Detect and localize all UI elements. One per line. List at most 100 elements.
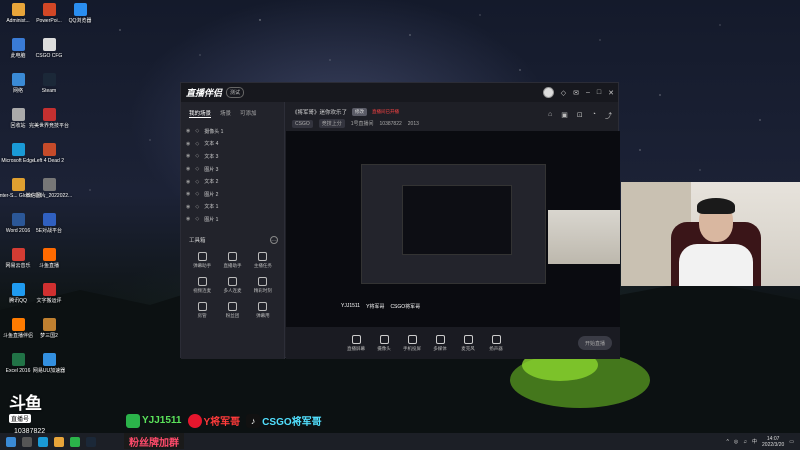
tool-item[interactable]: 弹幕用: [248, 301, 278, 319]
scene-item[interactable]: ◉ ◇ 图片 3: [181, 163, 284, 176]
network-icon[interactable]: ◎: [734, 439, 738, 445]
more-icon[interactable]: …: [270, 235, 278, 244]
lock-icon[interactable]: ◇: [195, 204, 199, 210]
source-button[interactable]: 扬声器: [482, 334, 510, 352]
desktop-icon-22[interactable]: 网易UU加速器: [31, 353, 67, 374]
wechat-id: YJJ1511: [142, 415, 182, 426]
desktop-icon-10[interactable]: Left 4 Dead 2: [31, 143, 67, 164]
share-icon[interactable]: ⤴: [605, 111, 612, 121]
tool-item[interactable]: 视频连麦: [187, 276, 217, 294]
tool-item[interactable]: 直播助手: [217, 251, 247, 269]
scene-item[interactable]: ◉ ◇ 文本 2: [181, 175, 284, 188]
desktop-icon-14[interactable]: 5E对战平台: [31, 213, 67, 234]
eye-icon[interactable]: ◉: [186, 191, 190, 197]
desktop-icon-12[interactable]: 微信图片_2022022...: [26, 178, 72, 199]
tab-my-scenes[interactable]: 我的场景: [189, 109, 212, 118]
eye-icon[interactable]: ◉: [186, 128, 190, 134]
scene-list: ◉ ◇ 摄像头 1 ◉ ◇ 文本 4 ◉ ◇ 文本 3 ◉ ◇ 图片 3 ◉ ◇ 文本 2 ◉ ◇ 图片 2 ◉ ◇ 文…: [181, 125, 284, 226]
start-live-button[interactable]: 开始直播: [578, 336, 612, 350]
tool-item[interactable]: 主播任务: [248, 251, 278, 269]
eye-icon[interactable]: ◉: [186, 166, 190, 172]
input-language[interactable]: 中: [752, 438, 757, 445]
desktop-icon-4[interactable]: CSGO CFG: [31, 38, 67, 59]
maximize-icon[interactable]: □: [597, 89, 601, 96]
lock-icon[interactable]: ◇: [195, 179, 199, 185]
desktop-icon-label: Administ...: [6, 18, 30, 24]
streamer-shirt: [679, 244, 753, 286]
close-icon[interactable]: ✕: [608, 89, 614, 97]
source-button[interactable]: 摄像头: [370, 334, 398, 352]
scene-item[interactable]: ◉ ◇ 图片 1: [181, 213, 284, 226]
tab-addable[interactable]: 可添加: [240, 109, 257, 118]
desktop-icon-label: 5E对战平台: [35, 228, 63, 234]
scene-item[interactable]: ◉ ◇ 摄像头 1: [181, 125, 284, 138]
eye-icon[interactable]: ◉: [186, 179, 190, 185]
app-icon: [11, 248, 25, 261]
category-tag[interactable]: CSGO: [292, 119, 313, 128]
desktop-icon-20[interactable]: 梦三国2: [31, 318, 67, 339]
eye-icon[interactable]: ◉: [186, 204, 190, 210]
edge-icon[interactable]: [38, 436, 48, 447]
eye-icon[interactable]: ◉: [186, 216, 190, 222]
edit-title-button[interactable]: 修改: [352, 108, 368, 116]
tool-item[interactable]: 粉丝团: [217, 301, 247, 319]
lock-icon[interactable]: ◇: [195, 153, 199, 159]
desktop-icon-18[interactable]: 文字搬运评: [31, 283, 67, 304]
lock-icon[interactable]: ⊡: [577, 111, 583, 121]
lock-icon[interactable]: ◇: [195, 166, 199, 172]
start-icon[interactable]: [6, 436, 16, 447]
lock-icon[interactable]: ◇: [195, 216, 199, 222]
bell-icon[interactable]: ◔: [592, 111, 596, 121]
explorer-icon[interactable]: [54, 436, 64, 447]
source-button[interactable]: 麦克风: [454, 334, 482, 352]
live-companion-window: 直播伴侣 测试 ◇ ✉ – □ ✕ 我的场景 场景 可添加 ◉ ◇ 摄像头 1 ◉ ◇ 文…: [180, 82, 620, 359]
source-label: 扬声器: [489, 345, 503, 351]
desktop-icon-6[interactable]: Steam: [31, 73, 67, 94]
room-title: 《将军哥》迷你欢乐了: [292, 110, 348, 116]
mail-icon[interactable]: ✉: [573, 89, 579, 97]
steam-taskbar-icon[interactable]: [86, 436, 96, 447]
source-button[interactable]: 多媒体: [426, 334, 454, 352]
wechat-taskbar-icon[interactable]: [70, 436, 80, 447]
tool-item[interactable]: 多人连麦: [217, 276, 247, 294]
lock-icon[interactable]: ◇: [195, 191, 199, 197]
shop-icon[interactable]: ⌂: [548, 111, 552, 121]
tab-scenes[interactable]: 场景: [220, 109, 231, 118]
source-toolbar: 直播屏幕 摄像头 手机投屏 多媒体 麦克风 扬声器 开始直播: [286, 327, 620, 359]
notification-icon[interactable]: ▭: [789, 439, 794, 445]
gift-icon[interactable]: ▣: [561, 111, 568, 121]
source-label: 多媒体: [433, 345, 447, 351]
chevron-up-icon[interactable]: ^: [727, 439, 729, 445]
source-icon: [407, 334, 417, 344]
desktop-icon-label: 网易云音乐: [5, 263, 31, 269]
lock-icon[interactable]: ◇: [195, 128, 199, 134]
diamond-icon[interactable]: ◇: [561, 89, 566, 97]
tiktok-id: CSGO将军哥: [262, 417, 322, 428]
scene-item[interactable]: ◉ ◇ 文本 4: [181, 138, 284, 151]
scene-item[interactable]: ◉ ◇ 文本 3: [181, 150, 284, 163]
stream-preview[interactable]: YJJ1511 Y将军哥 CSGO将军哥: [286, 131, 620, 327]
minimize-icon[interactable]: –: [586, 89, 590, 96]
toolbox-header: 工具箱 …: [181, 235, 284, 244]
subcategory-tag[interactable]: 竞技上分: [318, 119, 345, 128]
search-icon[interactable]: [22, 436, 32, 447]
tool-item[interactable]: 精彩时刻: [248, 276, 278, 294]
desktop-icon-8[interactable]: 完美世界竞技平台: [29, 108, 69, 129]
desktop-icon-2[interactable]: QQ浏览器: [62, 3, 98, 24]
version-badge[interactable]: 测试: [226, 87, 245, 98]
room-meta-row: CSGO 竞技上分 1号直播间 10387822 2013: [292, 119, 419, 128]
desktop-icon-16[interactable]: 斗鱼直播: [31, 248, 67, 269]
watermark-sub: 直播号: [9, 414, 32, 423]
source-button[interactable]: 手机投屏: [398, 334, 426, 352]
scene-item[interactable]: ◉ ◇ 文本 1: [181, 201, 284, 214]
eye-icon[interactable]: ◉: [186, 141, 190, 147]
user-avatar-icon[interactable]: [542, 87, 554, 98]
volume-icon[interactable]: ♫: [743, 439, 747, 445]
source-button[interactable]: 直播屏幕: [342, 334, 370, 352]
eye-icon[interactable]: ◉: [186, 153, 190, 159]
tool-item[interactable]: 弹幕助手: [187, 251, 217, 269]
clock[interactable]: 14:07 2022/3/20: [762, 436, 784, 448]
scene-item[interactable]: ◉ ◇ 图片 2: [181, 188, 284, 201]
lock-icon[interactable]: ◇: [195, 141, 199, 147]
tool-item[interactable]: 房管: [187, 301, 217, 319]
